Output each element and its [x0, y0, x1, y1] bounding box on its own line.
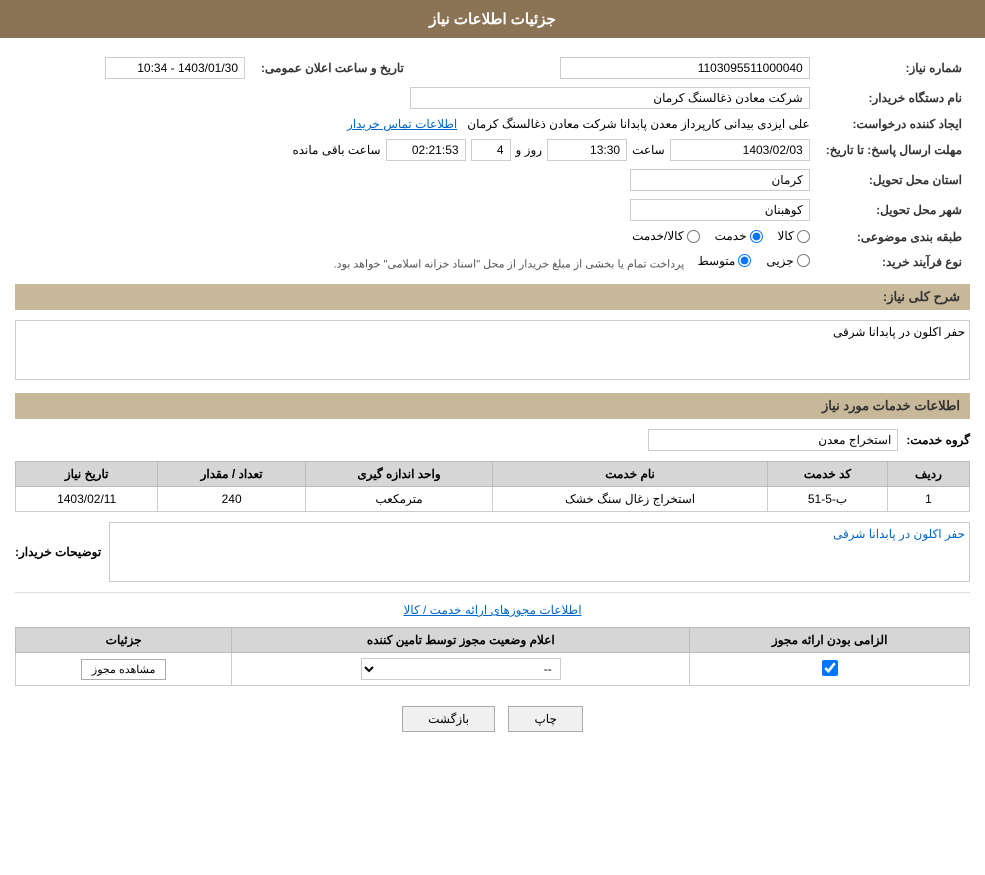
- buyer-notes-row: حفر اکلون در پابدانا شرقی توضیحات خریدار…: [15, 522, 970, 582]
- col-code: کد خدمت: [767, 462, 887, 487]
- send-deadline-label: مهلت ارسال پاسخ: تا تاریخ:: [818, 135, 970, 165]
- process-jozi-label: جزیی: [766, 254, 793, 268]
- perm-required-checkbox[interactable]: [822, 660, 838, 676]
- page-title: جزئیات اطلاعات نیاز: [0, 0, 985, 38]
- content-area: شماره نیاز: تاریخ و ساعت اعلان عمومی: نا…: [0, 38, 985, 757]
- need-number-label: شماره نیاز:: [818, 53, 970, 83]
- row-qty: 240: [158, 487, 306, 512]
- service-group-input[interactable]: [648, 429, 898, 451]
- send-time-label: ساعت: [632, 143, 665, 157]
- announce-value: [15, 53, 253, 83]
- col-row: ردیف: [888, 462, 970, 487]
- col-unit: واحد اندازه گیری: [305, 462, 492, 487]
- send-remaining-label: ساعت باقی مانده: [292, 143, 380, 157]
- province-value: [15, 165, 818, 195]
- perm-status-select[interactable]: --: [361, 658, 561, 680]
- send-days-input[interactable]: [471, 139, 511, 161]
- announce-input[interactable]: [105, 57, 245, 79]
- perm-col-required: الزامی بودن ارائه مجوز: [690, 628, 970, 653]
- province-input[interactable]: [630, 169, 810, 191]
- perm-col-status: اعلام وضعیت مجوز توسط تامین کننده: [232, 628, 690, 653]
- permissions-table: الزامی بودن ارائه مجوز اعلام وضعیت مجوز …: [15, 627, 970, 686]
- print-button[interactable]: چاپ: [508, 706, 582, 732]
- table-row: 1 ب-5-51 استخراج زغال سنگ خشک مترمکعب 24…: [16, 487, 970, 512]
- need-desc-header: شرح کلی نیاز:: [15, 284, 970, 310]
- category-khedmat-label: خدمت: [715, 229, 747, 243]
- service-group-label: گروه خدمت:: [906, 433, 970, 447]
- row-num: 1: [888, 487, 970, 512]
- services-table: ردیف کد خدمت نام خدمت واحد اندازه گیری ت…: [15, 461, 970, 512]
- perm-col-details: جزئیات: [16, 628, 232, 653]
- col-qty: تعداد / مقدار: [158, 462, 306, 487]
- buyer-notes-textarea[interactable]: حفر اکلون در پابدانا شرقی: [109, 522, 970, 582]
- category-radio-kala[interactable]: [797, 230, 810, 243]
- requester-label: ایجاد کننده درخواست:: [818, 113, 970, 135]
- requester-value: علی ایزدی بیدانی کارپرداز معدن پابدانا ش…: [15, 113, 818, 135]
- back-button[interactable]: بازگشت: [402, 706, 495, 732]
- buyer-org-value: [15, 83, 818, 113]
- row-name: استخراج زغال سنگ خشک: [493, 487, 768, 512]
- announce-label: تاریخ و ساعت اعلان عمومی:: [253, 53, 412, 83]
- services-info-header: اطلاعات خدمات مورد نیاز: [15, 393, 970, 419]
- view-permit-button[interactable]: مشاهده مجوز: [81, 659, 166, 680]
- send-deadline-row: ساعت روز و ساعت باقی مانده: [15, 135, 818, 165]
- buyer-notes-label: توضیحات خریدار:: [15, 545, 101, 559]
- perm-table-row: -- مشاهده مجوز: [16, 653, 970, 686]
- need-desc-section: شرح کلی نیاز: حفر اکلون در پابدانا شرقی: [15, 284, 970, 383]
- buyer-notes-section: حفر اکلون در پابدانا شرقی توضیحات خریدار…: [15, 522, 970, 582]
- buyer-org-input[interactable]: [410, 87, 810, 109]
- category-label: طبقه بندی موضوعی:: [818, 225, 970, 250]
- process-label: نوع فرآیند خرید:: [818, 250, 970, 275]
- requester-contact-link[interactable]: اطلاعات تماس خریدار: [347, 117, 457, 131]
- need-desc-textarea[interactable]: حفر اکلون در پابدانا شرقی: [15, 320, 970, 380]
- city-label: شهر محل تحویل:: [818, 195, 970, 225]
- category-options: کالا خدمت کالا/خدمت: [15, 225, 818, 250]
- requester-text: علی ایزدی بیدانی کارپرداز معدن پابدانا ش…: [467, 117, 809, 131]
- perm-status-cell: --: [232, 653, 690, 686]
- need-number-input[interactable]: [560, 57, 810, 79]
- perm-details-cell: مشاهده مجوز: [16, 653, 232, 686]
- buyer-org-label: نام دستگاه خریدار:: [818, 83, 970, 113]
- city-input[interactable]: [630, 199, 810, 221]
- category-both-label: کالا/خدمت: [632, 229, 683, 243]
- province-label: استان محل تحویل:: [818, 165, 970, 195]
- col-name: نام خدمت: [493, 462, 768, 487]
- category-kala-label: کالا: [778, 229, 794, 243]
- process-notice: پرداخت تمام یا بخشی از مبلغ خریدار از مح…: [334, 258, 685, 270]
- need-desc-watermark-area: حفر اکلون در پابدانا شرقی: [15, 320, 970, 383]
- process-row: جزیی متوسط پرداخت تمام یا بخشی از مبلغ خ…: [15, 250, 818, 275]
- city-value: [15, 195, 818, 225]
- send-date-input[interactable]: [670, 139, 810, 161]
- process-motavast-label: متوسط: [698, 254, 736, 268]
- row-date: 1403/02/11: [16, 487, 158, 512]
- send-days-label: روز و: [516, 143, 543, 157]
- permissions-section-header[interactable]: اطلاعات مجوزهای ارائه خدمت / کالا: [403, 603, 581, 617]
- send-remaining-input[interactable]: [386, 139, 466, 161]
- buttons-row: چاپ بازگشت: [15, 706, 970, 732]
- category-radio-khedmat[interactable]: [750, 230, 763, 243]
- col-date: تاریخ نیاز: [16, 462, 158, 487]
- perm-required-cell: [690, 653, 970, 686]
- service-group-row: گروه خدمت:: [15, 429, 970, 451]
- process-radio-motavast[interactable]: [738, 254, 751, 267]
- process-radio-jozi[interactable]: [797, 254, 810, 267]
- main-info-table: شماره نیاز: تاریخ و ساعت اعلان عمومی: نا…: [15, 53, 970, 274]
- page-wrapper: جزئیات اطلاعات نیاز شماره نیاز: تاریخ و …: [0, 0, 985, 875]
- send-time-input[interactable]: [547, 139, 627, 161]
- separator-1: [15, 592, 970, 593]
- need-number-value: [412, 53, 818, 83]
- row-unit: مترمکعب: [305, 487, 492, 512]
- category-radio-both[interactable]: [687, 230, 700, 243]
- row-code: ب-5-51: [767, 487, 887, 512]
